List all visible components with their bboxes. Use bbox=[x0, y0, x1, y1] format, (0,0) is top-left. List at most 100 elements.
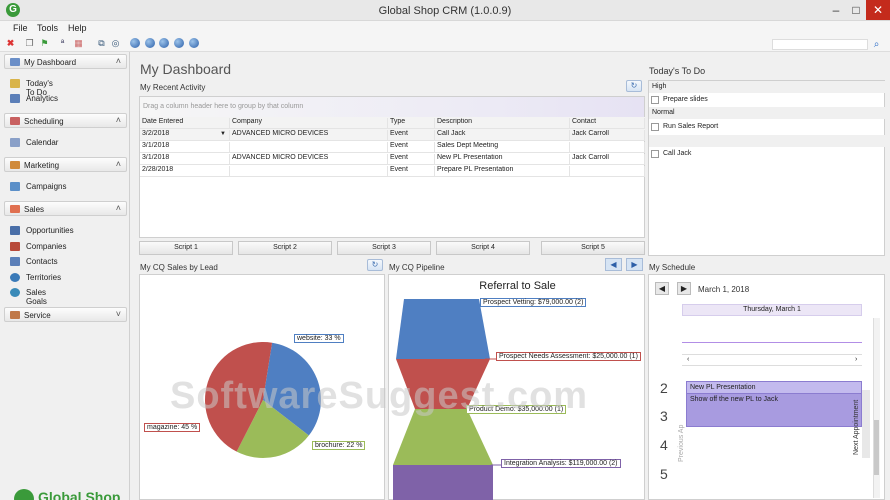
search-icon[interactable]: ⌕ bbox=[871, 39, 882, 50]
hour-label: 4 bbox=[660, 437, 668, 453]
table-row[interactable]: 3/1/2018 ADVANCED MICRO DEVICES Event Ne… bbox=[140, 153, 645, 165]
pipeline-title: My CQ Pipeline bbox=[389, 263, 445, 272]
menu-tools[interactable]: Tools bbox=[37, 23, 58, 33]
maximize-icon[interactable]: □ bbox=[846, 0, 866, 20]
next-appointment-button[interactable]: Next Appointment bbox=[853, 400, 860, 455]
checkbox[interactable] bbox=[651, 123, 659, 131]
flag-icon[interactable]: ⚑ bbox=[39, 38, 50, 49]
chevron-up-icon[interactable]: ˄ bbox=[116, 203, 121, 213]
checkbox[interactable] bbox=[651, 96, 659, 104]
funnel-stage-integration-analysis[interactable] bbox=[393, 465, 493, 500]
nav-ball-icon[interactable] bbox=[174, 38, 184, 48]
nav-ball-icon[interactable] bbox=[145, 38, 155, 48]
global-shop-logo: Global Shop bbox=[38, 489, 121, 500]
chevron-down-icon[interactable]: ˅ bbox=[116, 309, 121, 319]
funnel-stage-prospect-vetting[interactable] bbox=[396, 299, 490, 359]
close-icon[interactable]: ✕ bbox=[866, 0, 890, 20]
chevron-left-icon[interactable]: ‹ bbox=[687, 356, 689, 363]
nav-ball-icon[interactable] bbox=[130, 38, 140, 48]
chevron-right-icon[interactable]: › bbox=[855, 356, 857, 363]
next-appointment-bar bbox=[862, 390, 870, 458]
analytics-icon bbox=[10, 94, 20, 103]
checkbox[interactable] bbox=[651, 150, 659, 158]
sidebar-section-service[interactable]: Service ˅ bbox=[4, 307, 127, 322]
refresh-sales-icon[interactable]: ↻ bbox=[367, 259, 383, 271]
table-row[interactable]: 3/1/2018 Event Sales Dept Meeting bbox=[140, 141, 645, 153]
cell-contact bbox=[570, 166, 645, 177]
column-contact[interactable]: Contact bbox=[570, 118, 645, 129]
chevron-up-icon[interactable]: ˄ bbox=[116, 159, 121, 169]
todo-item[interactable]: Call Jack bbox=[649, 148, 885, 160]
contacts-icon bbox=[10, 257, 20, 266]
schedule-scroll-thumb[interactable] bbox=[874, 420, 879, 475]
sidebar-section-marketing[interactable]: Marketing ˄ bbox=[4, 157, 127, 172]
sidebar-section-my-dashboard[interactable]: My Dashboard ˄ bbox=[4, 54, 127, 69]
todo-item[interactable]: Prepare slides bbox=[649, 94, 885, 106]
column-company[interactable]: Company bbox=[230, 118, 388, 129]
table-row[interactable]: 2/28/2018 Event Prepare PL Presentation bbox=[140, 165, 645, 177]
delete-icon[interactable]: ✖ bbox=[5, 38, 16, 49]
sidebar-item-label: Calendar bbox=[26, 138, 59, 147]
nav-ball-icon[interactable] bbox=[189, 38, 199, 48]
todo-item[interactable]: Run Sales Report bbox=[649, 121, 885, 133]
menu-bar: File Tools Help bbox=[0, 21, 890, 36]
section-label: Marketing bbox=[24, 161, 60, 170]
todo-title: Today's To Do bbox=[649, 66, 706, 76]
cell-description: Call Jack bbox=[435, 130, 570, 141]
column-date-entered[interactable]: Date Entered bbox=[140, 118, 230, 129]
script-5-button[interactable]: Script 5 bbox=[541, 241, 645, 255]
opportunities-icon bbox=[10, 226, 20, 235]
pie-label-brochure: brochure: 22 % bbox=[312, 441, 366, 450]
script-4-button[interactable]: Script 4 bbox=[436, 241, 530, 255]
refresh-activity-icon[interactable]: ↻ bbox=[626, 80, 642, 92]
cell-date: 3/1/2018 bbox=[140, 142, 230, 153]
menu-file[interactable]: File bbox=[13, 23, 28, 33]
sidebar-section-sales[interactable]: Sales ˄ bbox=[4, 201, 127, 216]
cell-company bbox=[230, 142, 388, 153]
cell-description: Prepare PL Presentation bbox=[435, 166, 570, 177]
toolbar: ✖ ❐ ⚑ ª ▦ ⧉ ◎ bbox=[0, 36, 890, 52]
chevron-up-icon[interactable]: ˄ bbox=[116, 115, 121, 125]
cell-company: ADVANCED MICRO DEVICES bbox=[230, 154, 388, 165]
pipeline-next-icon[interactable]: ▶ bbox=[626, 258, 643, 271]
nav-ball-icon[interactable] bbox=[159, 38, 169, 48]
pie-label-website: website: 33 % bbox=[294, 334, 344, 343]
column-description[interactable]: Description bbox=[435, 118, 570, 129]
column-type[interactable]: Type bbox=[388, 118, 435, 129]
dropdown-arrow-icon[interactable]: ▼ bbox=[220, 131, 226, 137]
script-2-button[interactable]: Script 2 bbox=[238, 241, 332, 255]
copy-icon[interactable]: ❐ bbox=[24, 38, 35, 49]
cell-type: Event bbox=[388, 166, 435, 177]
todo-item-label: Run Sales Report bbox=[663, 123, 719, 130]
search-input[interactable] bbox=[772, 39, 868, 50]
sidebar-section-scheduling[interactable]: Scheduling ˄ bbox=[4, 113, 127, 128]
script-3-button[interactable]: Script 3 bbox=[337, 241, 431, 255]
chevron-up-icon[interactable]: ˄ bbox=[116, 56, 121, 66]
sidebar-item-label: Sales Goals bbox=[26, 288, 47, 306]
minimize-icon[interactable]: – bbox=[826, 0, 846, 20]
cell-description: New PL Presentation bbox=[435, 154, 570, 165]
grid-header-row: Date Entered Company Type Description Co… bbox=[140, 117, 645, 129]
todo-group-normal: Normal bbox=[649, 107, 885, 119]
hour-label: 3 bbox=[660, 408, 668, 424]
cell-contact bbox=[570, 142, 645, 153]
script-1-button[interactable]: Script 1 bbox=[139, 241, 233, 255]
previous-appointment-button[interactable]: Previous Ap bbox=[678, 425, 685, 462]
pipeline-prev-icon[interactable]: ◀ bbox=[605, 258, 622, 271]
cq-sales-title: My CQ Sales by Lead bbox=[140, 263, 218, 272]
menu-help[interactable]: Help bbox=[68, 23, 87, 33]
cell-company bbox=[230, 166, 388, 177]
scheduling-icon bbox=[10, 117, 20, 125]
calendar-icon[interactable]: ▦ bbox=[73, 38, 84, 49]
cell-contact: Jack Carroll bbox=[570, 130, 645, 141]
schedule-next-icon[interactable]: ▶ bbox=[677, 282, 691, 295]
table-row[interactable]: 3/2/2018 ▼ ADVANCED MICRO DEVICES Event … bbox=[140, 129, 645, 141]
schedule-all-day-row[interactable]: ‹ › bbox=[682, 354, 862, 366]
link-icon[interactable]: ⧉ bbox=[96, 38, 107, 49]
sidebar-item-label: Analytics bbox=[26, 94, 59, 103]
dashboard-icon bbox=[10, 58, 20, 66]
schedule-prev-icon[interactable]: ◀ bbox=[655, 282, 669, 295]
appointment-new-pl-presentation[interactable]: New PL Presentation Show off the new PL … bbox=[686, 381, 862, 427]
view-icon[interactable]: ◎ bbox=[110, 38, 121, 49]
spellcheck-icon[interactable]: ª bbox=[57, 38, 68, 49]
